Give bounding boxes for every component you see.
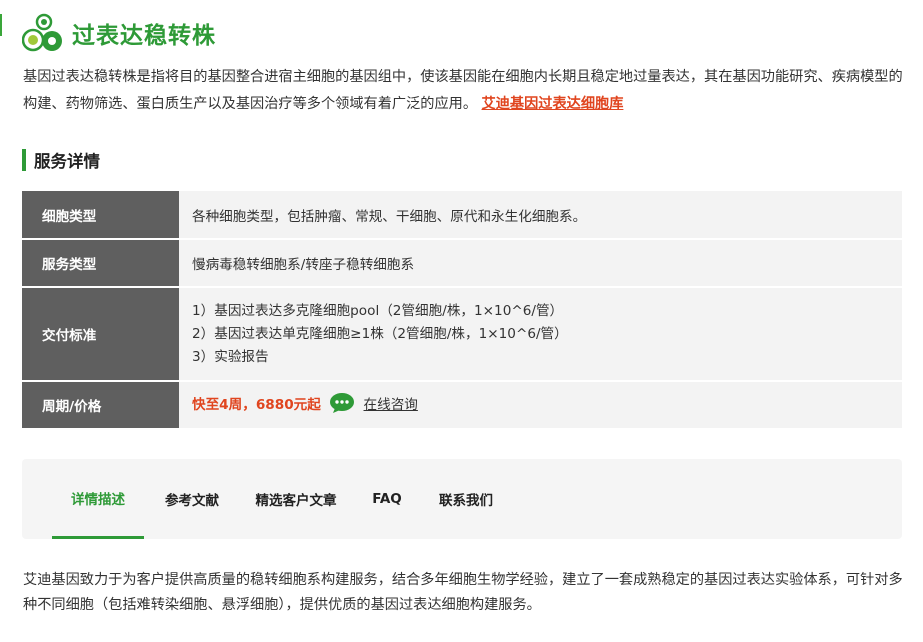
tab-contact[interactable]: 联系我们 [426, 459, 506, 539]
row-key-cell-type: 细胞类型 [22, 191, 179, 240]
cells-logo-icon [21, 13, 64, 53]
intro-paragraph: 基因过表达稳转株是指将目的基因整合进宿主细胞的基因组中，使该基因能在细胞内长期且… [23, 64, 903, 118]
page-title: 过表达稳转株 [72, 23, 216, 49]
service-section-heading: 服务详情 [22, 148, 100, 172]
tab-faq[interactable]: FAQ [362, 459, 412, 539]
row-key-period-price: 周期/价格 [22, 381, 179, 430]
price-text: 快至4周，6880元起 [192, 397, 321, 413]
service-detail-table: 细胞类型 各种细胞类型，包括肿瘤、常规、干细胞、原代和永生化细胞系。 服务类型 … [22, 191, 902, 430]
detail-tabs: 详情描述 参考文献 精选客户文章 FAQ 联系我们 [22, 459, 902, 539]
table-row: 交付标准 1）基因过表达多克隆细胞pool（2管细胞/株，1×10^6/管） 2… [22, 287, 902, 382]
row-key-service-type: 服务类型 [22, 239, 179, 288]
left-accent-bar [0, 14, 2, 36]
tab-details[interactable]: 详情描述 [52, 459, 144, 539]
table-row: 周期/价格 快至4周，6880元起 在线咨询 [22, 381, 902, 430]
tab-references[interactable]: 参考文献 [152, 459, 232, 539]
online-consult-link[interactable]: 在线咨询 [364, 397, 418, 413]
cell-library-link[interactable]: 艾迪基因过表达细胞库 [482, 96, 624, 112]
page-header: 过表达稳转株 [21, 10, 216, 56]
delivery-line: 2）基因过表达单克隆细胞≥1株（2管细胞/株，1×10^6/管） [192, 325, 568, 342]
delivery-line: 1）基因过表达多克隆细胞pool（2管细胞/株，1×10^6/管） [192, 302, 564, 319]
row-value-delivery: 1）基因过表达多克隆细胞pool（2管细胞/株，1×10^6/管） 2）基因过表… [179, 287, 902, 382]
intro-text: 基因过表达稳转株是指将目的基因整合进宿主细胞的基因组中，使该基因能在细胞内长期且… [23, 69, 903, 112]
row-key-delivery: 交付标准 [22, 287, 179, 382]
row-value-cell-type: 各种细胞类型，包括肿瘤、常规、干细胞、原代和永生化细胞系。 [179, 191, 902, 240]
delivery-line: 3）实验报告 [192, 348, 269, 365]
wechat-chat-icon[interactable] [329, 392, 355, 418]
tab-customer-articles[interactable]: 精选客户文章 [246, 459, 346, 539]
service-description: 艾迪基因致力于为客户提供高质量的稳转细胞系构建服务，结合多年细胞生物学经验，建立… [23, 572, 903, 613]
section-accent-bar [22, 149, 26, 171]
row-value-service-type: 慢病毒稳转细胞系/转座子稳转细胞系 [179, 239, 902, 288]
row-value-period-price: 快至4周，6880元起 在线咨询 [179, 381, 902, 430]
table-row: 细胞类型 各种细胞类型，包括肿瘤、常规、干细胞、原代和永生化细胞系。 [22, 191, 902, 240]
section-title: 服务详情 [34, 152, 100, 171]
table-row: 服务类型 慢病毒稳转细胞系/转座子稳转细胞系 [22, 239, 902, 288]
